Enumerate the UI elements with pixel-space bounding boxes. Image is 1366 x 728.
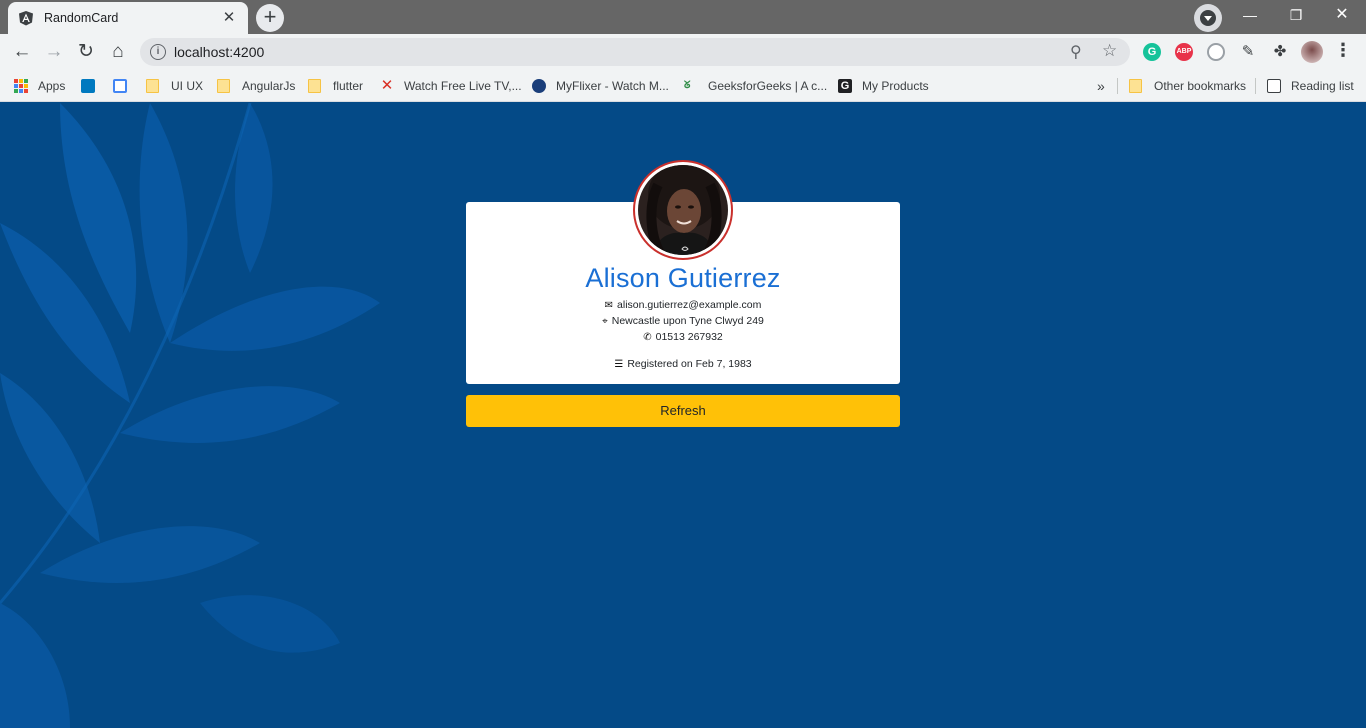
more-menu-icon[interactable]: ⋮ bbox=[1334, 40, 1352, 61]
bookmarks-bar: Apps UI UX AngularJs flutter ✕ Watch Fre… bbox=[0, 70, 1366, 102]
address-line: ⌖ Newcastle upon Tyne Clwyd 249 bbox=[466, 315, 900, 327]
email-line: ✉ alison.gutierrez@example.com bbox=[466, 299, 900, 311]
back-button[interactable]: ← bbox=[8, 38, 36, 66]
bookmarks-divider bbox=[1117, 78, 1118, 94]
bookmark-label: Other bookmarks bbox=[1154, 79, 1247, 93]
angular-logo-icon bbox=[19, 11, 33, 26]
bookmark-star-icon[interactable]: ☆ bbox=[1102, 41, 1117, 61]
tab-title: RandomCard bbox=[44, 11, 119, 25]
bookmark-label: My Products bbox=[862, 79, 929, 93]
bookmark-myflixer[interactable]: MyFlixer - Watch M... bbox=[532, 76, 669, 96]
envelope-icon: ✉ bbox=[604, 299, 614, 311]
user-name: Alison Gutierrez bbox=[585, 263, 781, 293]
x-icon: ✕ bbox=[380, 77, 394, 94]
adblock-extension-icon[interactable]: ABP bbox=[1175, 43, 1193, 61]
address-text: Newcastle upon Tyne Clwyd 249 bbox=[611, 315, 764, 327]
tab-close-icon[interactable]: ✕ bbox=[220, 9, 238, 27]
phone-icon: ✆ bbox=[643, 331, 652, 343]
new-tab-button[interactable]: + bbox=[256, 4, 284, 32]
map-icon: ⌖ bbox=[602, 315, 608, 327]
registered-line: ☰ Registered on Feb 7, 1983 bbox=[466, 358, 900, 370]
bookmark-label: Watch Free Live TV,... bbox=[404, 79, 522, 93]
browser-toolbar: ← → ↻ ⌂ i localhost:4200 ⚲ ☆ G ABP ✎ ✤ ⋮ bbox=[0, 34, 1366, 70]
bookmarks-divider bbox=[1255, 78, 1256, 94]
reading-list-label: Reading list bbox=[1291, 79, 1354, 93]
url-text[interactable]: localhost:4200 bbox=[174, 44, 264, 60]
page-background: Alison Gutierrez ✉ alison.gutierrez@exam… bbox=[0, 103, 1366, 728]
folder-icon bbox=[1129, 79, 1142, 93]
leaf-background-decoration bbox=[0, 103, 380, 728]
bookmark-folder-flutter[interactable]: flutter bbox=[308, 76, 363, 96]
phone-text: 01513 267932 bbox=[655, 331, 723, 343]
bookmark-label: MyFlixer - Watch M... bbox=[556, 79, 669, 93]
close-window-button[interactable]: ✕ bbox=[1320, 4, 1364, 26]
zoom-icon[interactable]: ⚲ bbox=[1070, 42, 1082, 62]
bookmark-other[interactable]: Other bookmarks bbox=[1129, 76, 1246, 96]
restore-button[interactable]: ❐ bbox=[1274, 4, 1318, 26]
avatar-image bbox=[638, 165, 728, 255]
g-icon: G bbox=[838, 79, 852, 93]
reading-list[interactable]: Reading list bbox=[1267, 76, 1354, 96]
home-button[interactable]: ⌂ bbox=[104, 38, 132, 66]
reading-list-icon bbox=[1267, 79, 1281, 93]
extension-icon[interactable] bbox=[1207, 43, 1225, 61]
bookmark-label: AngularJs bbox=[242, 79, 296, 93]
chevron-down-icon bbox=[1200, 10, 1216, 26]
email-text: alison.gutierrez@example.com bbox=[617, 299, 762, 311]
bookmark-calendar[interactable] bbox=[113, 76, 137, 96]
bookmark-label: Apps bbox=[38, 79, 66, 93]
bookmark-apps[interactable]: Apps bbox=[14, 76, 65, 96]
bookmark-folder-angularjs[interactable]: AngularJs bbox=[217, 76, 295, 96]
portrait-photo bbox=[638, 165, 728, 255]
bookmark-label: UI UX bbox=[171, 79, 204, 93]
address-bar[interactable]: i localhost:4200 ⚲ ☆ bbox=[140, 38, 1130, 66]
bookmarks-overflow[interactable]: » bbox=[1097, 76, 1105, 96]
tab-strip: RandomCard ✕ + — ❐ ✕ bbox=[0, 0, 1366, 34]
extensions-puzzle-icon[interactable]: ✤ bbox=[1271, 43, 1289, 61]
gfg-icon: ᘜ bbox=[684, 80, 691, 91]
bookmark-geeksforgeeks[interactable]: ᘜ GeeksforGeeks | A c... bbox=[684, 76, 827, 96]
folder-icon bbox=[146, 79, 159, 93]
minimize-button[interactable]: — bbox=[1228, 4, 1272, 26]
bookmark-label: flutter bbox=[333, 79, 364, 93]
color-picker-extension-icon[interactable]: ✎ bbox=[1239, 43, 1257, 61]
bookmark-label: GeeksforGeeks | A c... bbox=[708, 79, 828, 93]
browser-tab[interactable]: RandomCard ✕ bbox=[8, 2, 248, 34]
bookmark-trello[interactable] bbox=[81, 76, 105, 96]
forward-button[interactable]: → bbox=[40, 38, 68, 66]
registered-text: Registered on Feb 7, 1983 bbox=[627, 358, 752, 370]
bookmark-watch-tv[interactable]: ✕ Watch Free Live TV,... bbox=[380, 76, 522, 96]
folder-icon bbox=[217, 79, 230, 93]
grammarly-extension-icon[interactable]: G bbox=[1143, 43, 1161, 61]
avatar bbox=[633, 160, 733, 260]
calendar-icon bbox=[113, 79, 127, 93]
trello-icon bbox=[81, 79, 95, 93]
film-icon bbox=[532, 79, 546, 93]
profile-avatar[interactable] bbox=[1301, 41, 1323, 63]
reload-button[interactable]: ↻ bbox=[72, 38, 100, 66]
tab-search-button[interactable] bbox=[1194, 4, 1222, 32]
phone-line: ✆ 01513 267932 bbox=[466, 331, 900, 343]
bookmark-my-products[interactable]: G My Products bbox=[838, 76, 929, 96]
bookmark-folder-uiux[interactable]: UI UX bbox=[146, 76, 203, 96]
database-icon: ☰ bbox=[614, 358, 624, 370]
site-info-icon[interactable]: i bbox=[150, 44, 166, 60]
refresh-button[interactable]: Refresh bbox=[466, 395, 900, 427]
apps-grid-icon bbox=[14, 79, 28, 93]
folder-icon bbox=[308, 79, 321, 93]
